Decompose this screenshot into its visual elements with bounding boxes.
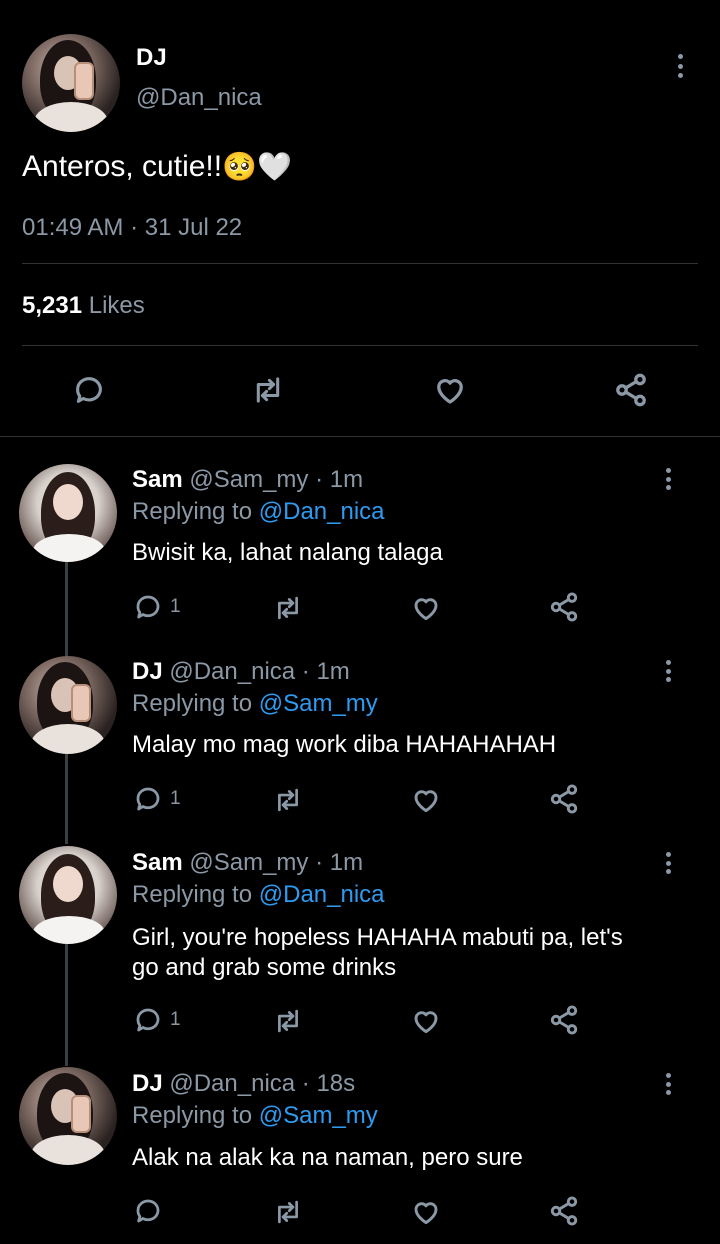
more-icon[interactable] xyxy=(666,660,672,682)
reply-icon[interactable] xyxy=(133,592,163,622)
reply-time: · 1m xyxy=(301,658,350,685)
retweet-icon[interactable] xyxy=(272,593,304,623)
reply-count: 1 xyxy=(170,596,181,617)
divider xyxy=(22,345,698,346)
display-name[interactable]: Sam xyxy=(132,849,183,876)
handle[interactable]: @Dan_nica xyxy=(169,658,295,685)
reply-icon[interactable] xyxy=(72,373,106,407)
replying-to: Replying to @Dan_nica xyxy=(132,881,385,909)
reply-icon[interactable] xyxy=(133,1005,163,1035)
share-icon[interactable] xyxy=(548,1195,580,1227)
reply-time: · 18s xyxy=(301,1070,356,1097)
display-name[interactable]: DJ xyxy=(132,658,163,685)
likes-stat[interactable]: 5,231 Likes xyxy=(22,292,145,320)
reply-text-line: go and grab some drinks xyxy=(132,954,397,981)
more-icon[interactable] xyxy=(666,1073,672,1095)
like-icon[interactable] xyxy=(410,784,442,816)
share-icon[interactable] xyxy=(548,1004,580,1036)
thread-line xyxy=(65,562,68,660)
reply-header: DJ @Dan_nica · 18s xyxy=(132,1070,355,1098)
handle[interactable]: @Sam_my xyxy=(189,849,308,876)
avatar[interactable] xyxy=(19,846,117,944)
handle[interactable]: @Sam_my xyxy=(189,466,308,493)
like-icon[interactable] xyxy=(410,1005,442,1037)
replying-to: Replying to @Sam_my xyxy=(132,690,378,718)
reply-text-line: Girl, you're hopeless HAHAHA mabuti pa, … xyxy=(132,924,623,951)
mention-link[interactable]: @Sam_my xyxy=(259,690,378,717)
likes-count: 5,231 xyxy=(22,292,83,319)
tweet-text-body: Anteros, cutie!! xyxy=(22,150,223,183)
avatar[interactable] xyxy=(19,656,117,754)
reply-text: Alak na alak ka na naman, pero sure xyxy=(132,1144,523,1171)
replying-to: Replying to @Dan_nica xyxy=(132,498,385,526)
divider xyxy=(0,436,720,437)
reply-header: DJ @Dan_nica · 1m xyxy=(132,658,350,686)
display-name[interactable]: DJ xyxy=(132,1070,163,1097)
share-icon[interactable] xyxy=(548,591,580,623)
more-icon[interactable] xyxy=(666,852,672,874)
divider xyxy=(22,263,698,264)
thread-line xyxy=(65,754,68,844)
reply-header: Sam @Sam_my · 1m xyxy=(132,466,363,494)
like-icon[interactable] xyxy=(410,1196,442,1228)
retweet-icon[interactable] xyxy=(272,1197,304,1227)
tweet-text: Anteros, cutie!!🥺🤍 xyxy=(22,150,292,184)
reply-icon[interactable] xyxy=(133,784,163,814)
replying-to: Replying to @Sam_my xyxy=(132,1102,378,1130)
more-icon[interactable] xyxy=(678,54,684,78)
reply-text: Girl, you're hopeless HAHAHA mabuti pa, … xyxy=(132,923,623,983)
share-icon[interactable] xyxy=(612,372,650,408)
reply-text: Malay mo mag work diba HAHAHAHAH xyxy=(132,731,557,758)
reply-header: Sam @Sam_my · 1m xyxy=(132,849,363,877)
like-icon[interactable] xyxy=(410,592,442,624)
reply-time: · 1m xyxy=(315,466,364,493)
handle[interactable]: @Dan_nica xyxy=(136,84,262,112)
avatar[interactable] xyxy=(19,1067,117,1165)
like-icon[interactable] xyxy=(432,372,468,408)
replying-prefix: Replying to xyxy=(132,690,253,717)
retweet-icon[interactable] xyxy=(250,373,286,407)
reply-count: 1 xyxy=(170,1009,181,1030)
reply-text: Bwisit ka, lahat nalang talaga xyxy=(132,539,443,566)
avatar[interactable] xyxy=(22,34,120,132)
reply-icon[interactable] xyxy=(133,1196,163,1226)
tweet-emoji: 🥺🤍 xyxy=(222,151,292,182)
mention-link[interactable]: @Sam_my xyxy=(259,1102,378,1129)
handle[interactable]: @Dan_nica xyxy=(169,1070,295,1097)
replying-prefix: Replying to xyxy=(132,498,253,525)
display-name[interactable]: Sam xyxy=(132,466,183,493)
replying-prefix: Replying to xyxy=(132,881,253,908)
more-icon[interactable] xyxy=(666,468,672,490)
mention-link[interactable]: @Dan_nica xyxy=(259,498,385,525)
replying-prefix: Replying to xyxy=(132,1102,253,1129)
reply-count: 1 xyxy=(170,788,181,809)
thread-line xyxy=(65,944,68,1066)
mention-link[interactable]: @Dan_nica xyxy=(259,881,385,908)
retweet-icon[interactable] xyxy=(272,785,304,815)
retweet-icon[interactable] xyxy=(272,1006,304,1036)
timestamp[interactable]: 01:49 AM · 31 Jul 22 xyxy=(22,214,242,242)
avatar[interactable] xyxy=(19,464,117,562)
likes-label: Likes xyxy=(88,292,145,319)
reply-time: · 1m xyxy=(315,849,364,876)
display-name[interactable]: DJ xyxy=(136,44,167,72)
share-icon[interactable] xyxy=(548,783,580,815)
